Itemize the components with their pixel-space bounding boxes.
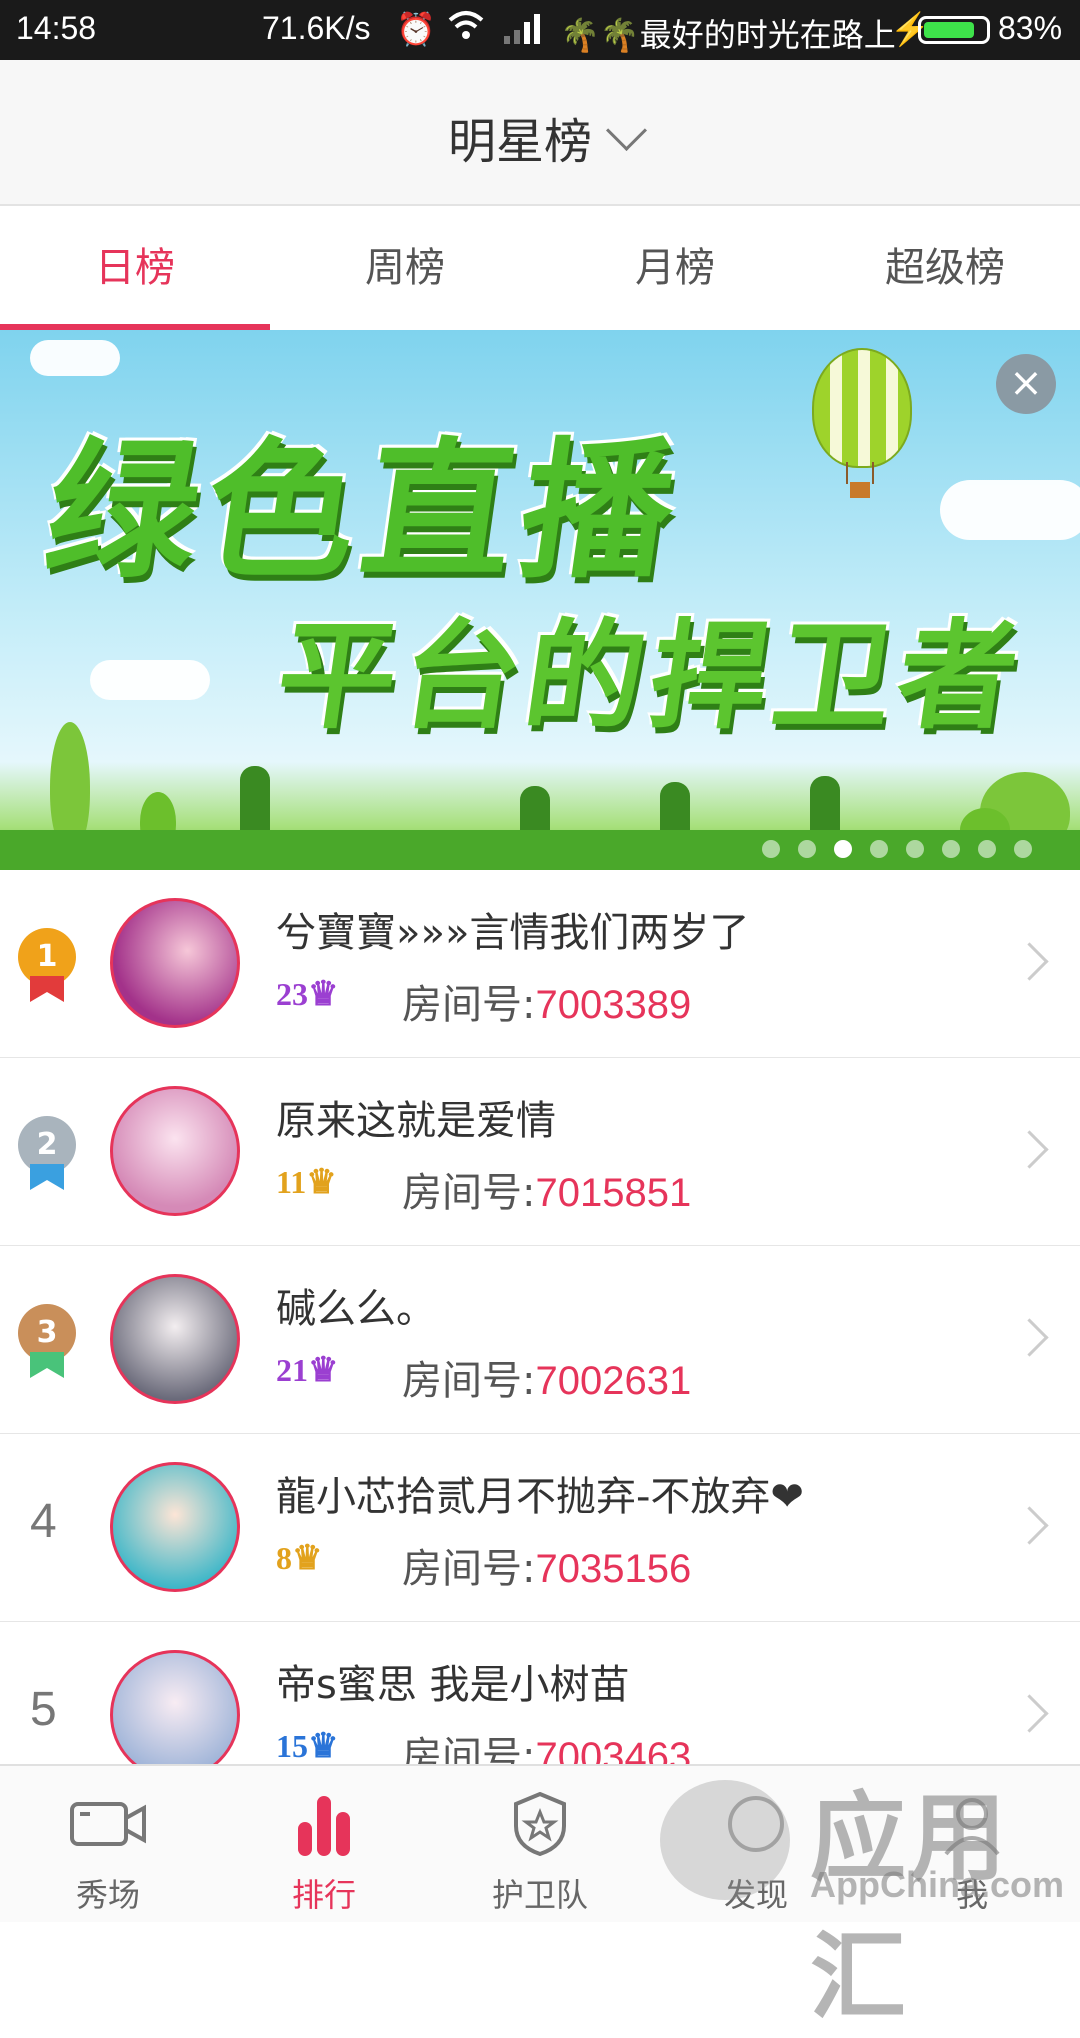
pagination-dot bbox=[870, 840, 888, 858]
watermark-url: AppChina.com bbox=[810, 1864, 1065, 1905]
rank-number: 4 bbox=[30, 1495, 57, 1548]
list-item[interactable]: 4 龍小芯拾贰月不抛弃-不放弃❤ 8♛ 房间号:7035156 bbox=[0, 1434, 1080, 1623]
hot-air-balloon-icon bbox=[812, 348, 912, 468]
avatar[interactable] bbox=[110, 1462, 240, 1592]
camera-icon bbox=[70, 1802, 146, 1846]
crown-icon: ♛ bbox=[306, 1164, 337, 1201]
crown-icon: ♛ bbox=[308, 1352, 339, 1389]
pagination-dot bbox=[798, 840, 816, 858]
user-level: 8♛ bbox=[276, 1540, 323, 1577]
ribbon-icon bbox=[30, 1164, 64, 1190]
ribbon-icon bbox=[30, 976, 64, 1002]
crown-icon: ♛ bbox=[308, 976, 339, 1013]
promo-banner[interactable]: 绿色直播 平台的捍卫者 × bbox=[0, 330, 1080, 870]
user-level: 23♛ bbox=[276, 976, 339, 1013]
balloon-rope bbox=[872, 462, 874, 484]
nav-label: 排行 bbox=[291, 1876, 356, 1914]
user-level: 21♛ bbox=[276, 1352, 339, 1389]
page-title: 明星榜 bbox=[447, 114, 592, 170]
list-item[interactable]: 1 兮寶寶»»»言情我们两岁了 23♛ 房间号:7003389 bbox=[0, 870, 1080, 1059]
nav-label: 秀场 bbox=[75, 1876, 140, 1914]
room-number: 房间号:7015851 bbox=[402, 1170, 692, 1216]
ranking-tabs: 日榜 周榜 月榜 超级榜 bbox=[0, 206, 1080, 330]
avatar[interactable] bbox=[110, 1086, 240, 1216]
list-item[interactable]: 2 原来这就是爱情 11♛ 房间号:7015851 bbox=[0, 1058, 1080, 1247]
pagination-dot bbox=[978, 840, 996, 858]
signal-icon bbox=[502, 10, 546, 54]
banner-headline: 绿色直播 bbox=[35, 425, 693, 599]
close-banner-button[interactable]: × bbox=[996, 354, 1056, 414]
status-carrier: 🌴🌴最好的时光在路上 bbox=[560, 17, 896, 53]
anchor-name: 碱么么。 bbox=[276, 1286, 436, 1332]
battery-percent: 83% bbox=[998, 10, 1063, 46]
battery-icon bbox=[918, 16, 990, 44]
alarm-icon: ⏰ bbox=[396, 11, 436, 47]
chevron-right-icon bbox=[1010, 942, 1049, 981]
avatar[interactable] bbox=[110, 1274, 240, 1404]
watermark-logo-icon bbox=[660, 1780, 790, 1900]
rank-number: 5 bbox=[30, 1683, 57, 1736]
chevron-right-icon bbox=[1010, 1130, 1049, 1169]
room-number: 房间号:7002631 bbox=[402, 1358, 692, 1404]
anchor-name: 龍小芯拾贰月不抛弃-不放弃❤ bbox=[276, 1474, 804, 1520]
status-time: 14:58 bbox=[16, 10, 97, 46]
cloud-decoration bbox=[90, 660, 210, 700]
anchor-name: 帝s蜜思 我是小树苗 bbox=[276, 1662, 630, 1708]
tab-weekly[interactable]: 周榜 bbox=[270, 206, 540, 330]
nav-item-ranking[interactable]: 排行 bbox=[216, 1766, 432, 1922]
status-bar: 14:58 71.6K/s ⏰ 🌴🌴最好的时光在路上 ⚡ 83% bbox=[0, 0, 1080, 60]
chevron-right-icon bbox=[1010, 1506, 1049, 1545]
cloud-decoration bbox=[940, 480, 1080, 540]
nav-item-guard[interactable]: 护卫队 bbox=[432, 1766, 648, 1922]
tab-super[interactable]: 超级榜 bbox=[810, 206, 1080, 330]
pagination-dot bbox=[942, 840, 960, 858]
tab-monthly[interactable]: 月榜 bbox=[540, 206, 810, 330]
balloon-basket bbox=[850, 482, 870, 498]
title-bar: 明星榜 bbox=[0, 60, 1080, 206]
room-number: 房间号:7003389 bbox=[402, 982, 692, 1028]
nav-label: 护卫队 bbox=[491, 1876, 588, 1914]
tab-daily[interactable]: 日榜 bbox=[0, 206, 270, 330]
room-number: 房间号:7035156 bbox=[402, 1546, 692, 1592]
chevron-right-icon bbox=[1010, 1694, 1049, 1733]
pagination-dot bbox=[906, 840, 924, 858]
user-level: 15♛ bbox=[276, 1728, 339, 1765]
pagination-dot bbox=[1014, 840, 1032, 858]
user-level: 11♛ bbox=[276, 1164, 337, 1201]
shield-star-icon bbox=[514, 1792, 566, 1856]
balloon-rope bbox=[846, 462, 848, 484]
crown-icon: ♛ bbox=[308, 1728, 339, 1765]
list-item[interactable]: 3 碱么么。 21♛ 房间号:7002631 bbox=[0, 1246, 1080, 1435]
avatar[interactable] bbox=[110, 1650, 240, 1780]
chevron-right-icon bbox=[1010, 1318, 1049, 1357]
nav-item-show[interactable]: 秀场 bbox=[0, 1766, 216, 1922]
banner-subheadline: 平台的捍卫者 bbox=[268, 607, 1033, 745]
anchor-name: 兮寶寶»»»言情我们两岁了 bbox=[276, 910, 750, 956]
wifi-icon bbox=[446, 6, 486, 54]
page-title-dropdown[interactable]: 明星榜 bbox=[0, 102, 1080, 172]
appchina-watermark: 应用汇 AppChina.com bbox=[650, 1760, 1080, 2033]
crown-icon: ♛ bbox=[292, 1540, 323, 1577]
ranking-bars-icon bbox=[298, 1796, 350, 1856]
pagination-dot bbox=[762, 840, 780, 858]
avatar[interactable] bbox=[110, 898, 240, 1028]
ribbon-icon bbox=[30, 1352, 64, 1378]
pagination-dot bbox=[834, 840, 852, 858]
anchor-name: 原来这就是爱情 bbox=[276, 1098, 556, 1144]
cloud-decoration bbox=[30, 340, 120, 376]
status-network-speed: 71.6K/s bbox=[262, 10, 371, 46]
